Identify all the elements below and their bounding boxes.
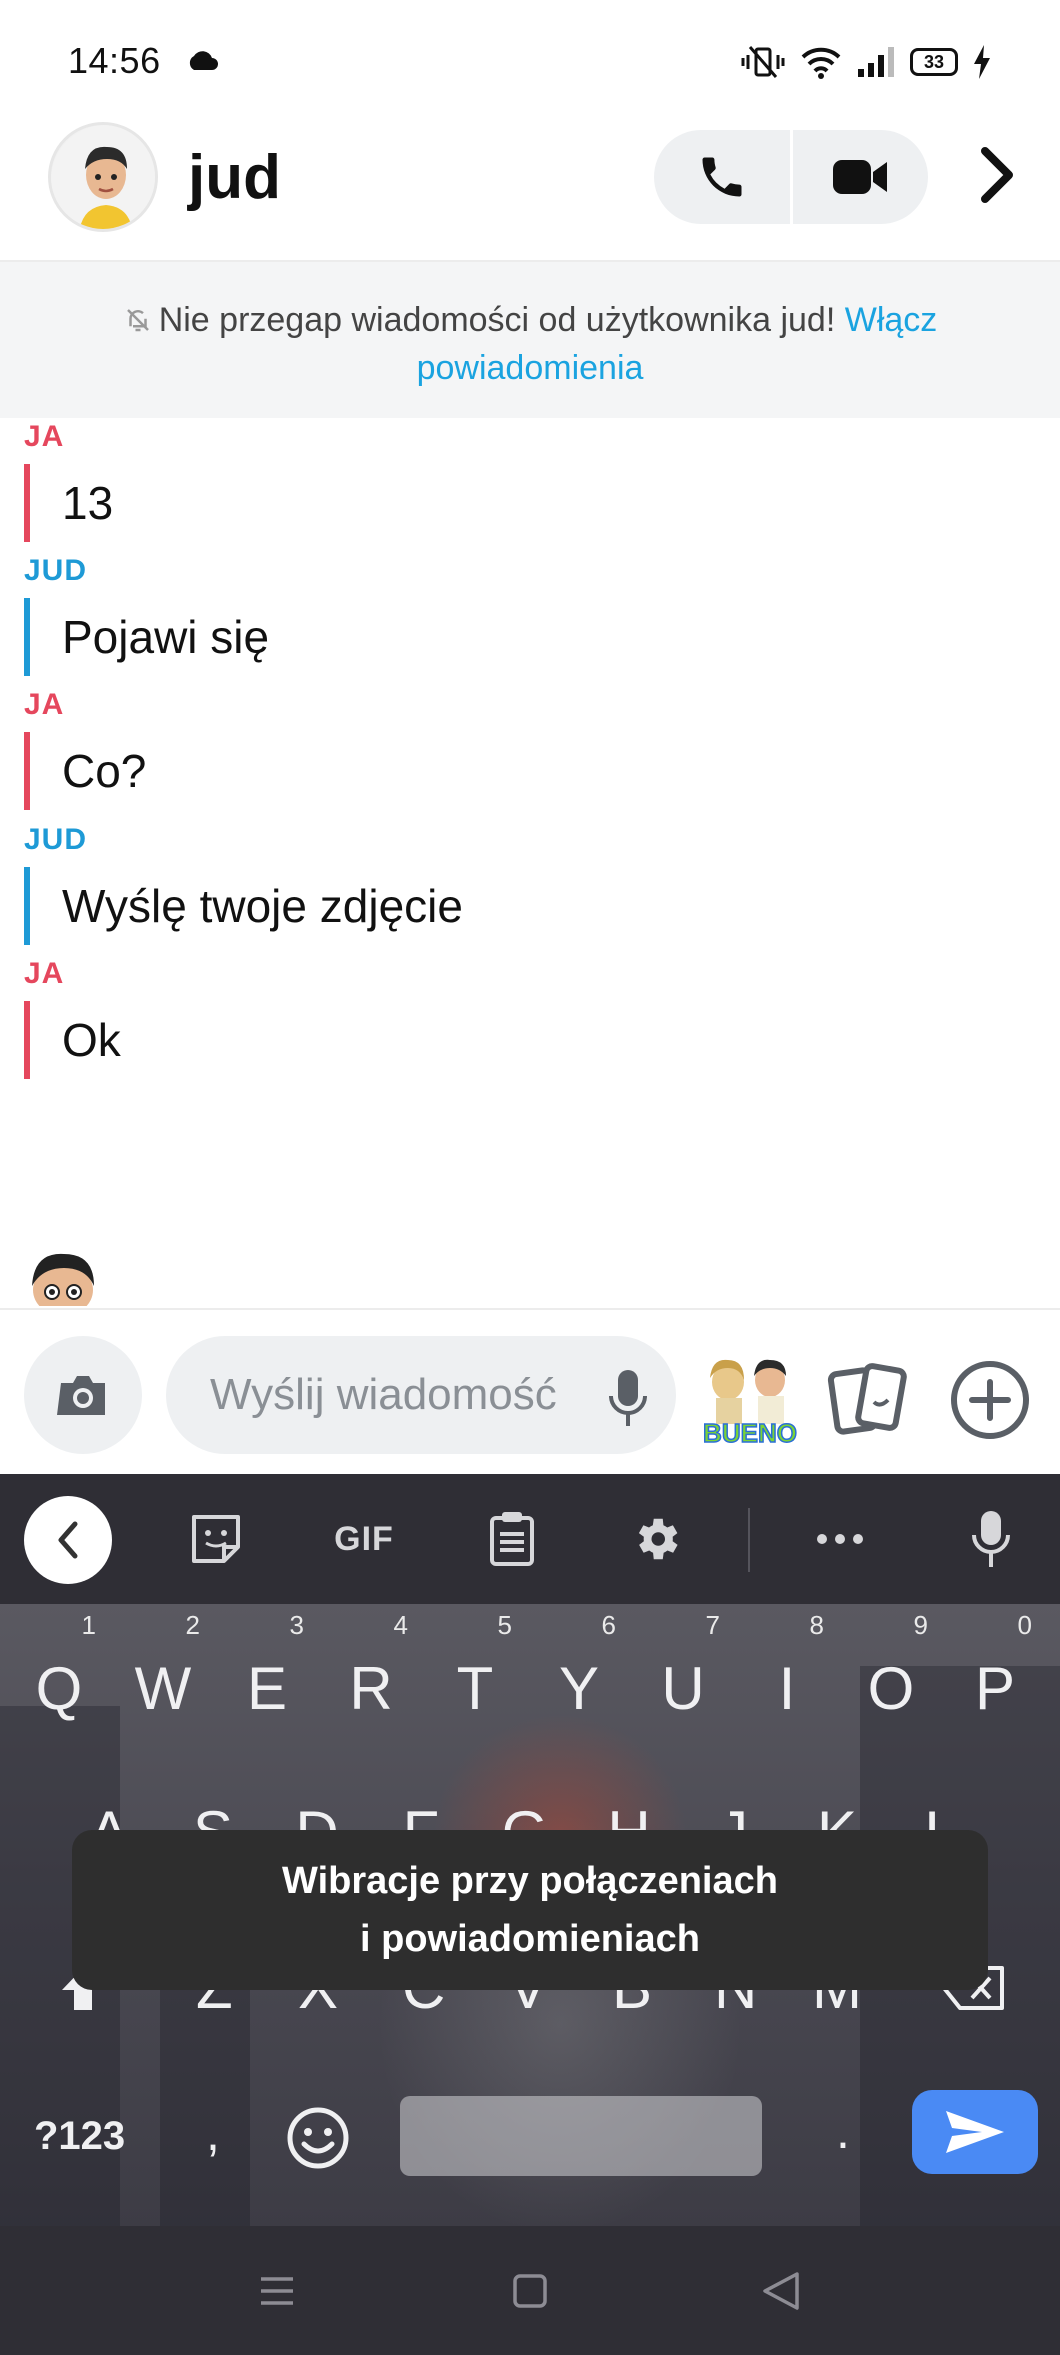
recents-button[interactable] bbox=[252, 2266, 302, 2316]
message-bubble[interactable]: Co? bbox=[24, 732, 146, 810]
sticker-button[interactable] bbox=[184, 1504, 248, 1574]
status-time: 14:56 bbox=[68, 40, 161, 81]
status-icons: 33 bbox=[740, 44, 992, 80]
key-p[interactable]: P0 bbox=[950, 1612, 1040, 1744]
voice-call-button[interactable] bbox=[654, 130, 790, 224]
clipboard-icon bbox=[490, 1512, 534, 1566]
sender-label: JUD bbox=[24, 554, 88, 587]
gif-label: GIF bbox=[334, 1519, 394, 1558]
message-bubble[interactable]: Ok bbox=[24, 1001, 121, 1079]
banner-text: Nie przegap wiadomości od użytkownika ju… bbox=[158, 301, 836, 339]
key-t[interactable]: T5 bbox=[430, 1612, 520, 1744]
bitmoji-avatar-icon bbox=[51, 125, 155, 229]
cloud-icon bbox=[189, 51, 218, 70]
memories-cards-icon[interactable] bbox=[826, 1358, 910, 1442]
message-bubble[interactable]: 13 bbox=[24, 464, 113, 542]
chat-header: jud bbox=[0, 120, 1060, 260]
send-key[interactable] bbox=[912, 2090, 1038, 2174]
key-q[interactable]: Q1 bbox=[14, 1612, 104, 1744]
gear-icon bbox=[638, 1518, 678, 1560]
bitmoji-sticker-icon[interactable]: BUENO bbox=[698, 1354, 802, 1450]
signal-icon bbox=[858, 47, 894, 77]
message-input[interactable] bbox=[166, 1336, 676, 1454]
microphone-icon[interactable] bbox=[606, 1368, 650, 1428]
microphone-icon bbox=[972, 1511, 1010, 1567]
charging-icon bbox=[974, 45, 990, 79]
system-navigation-bar bbox=[0, 2226, 1060, 2355]
composer-bar: BUENO bbox=[0, 1308, 1060, 1474]
key-o[interactable]: O9 bbox=[846, 1612, 936, 1744]
symbols-key[interactable]: ?123 bbox=[34, 2114, 125, 2159]
vibrate-off-icon bbox=[741, 46, 785, 78]
toast-line-1: Wibracje przy połączeniach bbox=[282, 1860, 778, 1902]
sender-label: JA bbox=[24, 420, 65, 453]
home-button[interactable] bbox=[505, 2266, 555, 2316]
camera-icon bbox=[57, 1376, 105, 1415]
gif-button[interactable]: GIF bbox=[324, 1504, 404, 1574]
settings-button[interactable] bbox=[626, 1504, 686, 1574]
key-i[interactable]: I8 bbox=[742, 1612, 832, 1744]
sender-label: JA bbox=[24, 957, 65, 990]
key-u[interactable]: U7 bbox=[638, 1612, 728, 1744]
send-icon bbox=[946, 2111, 1004, 2153]
chevron-left-icon bbox=[58, 1521, 78, 1559]
space-key[interactable] bbox=[400, 2096, 762, 2176]
clipboard-button[interactable] bbox=[482, 1504, 542, 1574]
contact-name[interactable]: jud bbox=[188, 142, 281, 213]
vibration-toast: Wibracje przy połączeniach i powiadomien… bbox=[72, 1830, 988, 1990]
video-call-button[interactable] bbox=[793, 130, 929, 224]
comma-key[interactable]: , bbox=[206, 2104, 220, 2162]
voice-input-button[interactable] bbox=[966, 1504, 1016, 1574]
key-e[interactable]: E3 bbox=[222, 1612, 312, 1744]
back-button[interactable] bbox=[756, 2266, 806, 2316]
key-w[interactable]: W2 bbox=[118, 1612, 208, 1744]
sticker-icon bbox=[192, 1515, 240, 1563]
chevron-right-icon[interactable] bbox=[972, 140, 1022, 210]
sender-label: JA bbox=[24, 688, 65, 721]
back-triangle-icon bbox=[763, 2272, 799, 2310]
period-key[interactable]: . bbox=[836, 2102, 850, 2160]
emoji-icon[interactable] bbox=[286, 2106, 350, 2170]
notification-banner: Nie przegap wiadomości od użytkownika ju… bbox=[0, 260, 1060, 418]
plus-circle-icon[interactable] bbox=[948, 1358, 1032, 1442]
more-dots-icon bbox=[817, 1534, 863, 1544]
sender-label: JUD bbox=[24, 823, 88, 856]
key-y[interactable]: Y6 bbox=[534, 1612, 624, 1744]
svg-text:BUENO: BUENO bbox=[703, 1418, 797, 1448]
home-square-icon bbox=[513, 2274, 547, 2308]
menu-icon bbox=[261, 2277, 293, 2305]
status-bar: 14:56 33 bbox=[0, 0, 1060, 120]
video-camera-icon bbox=[833, 160, 888, 194]
typing-bitmoji-icon bbox=[16, 1246, 110, 1306]
wifi-icon bbox=[801, 47, 841, 79]
keyboard-bottom-row: ?123 , . bbox=[0, 2090, 1060, 2200]
toast-line-2: i powiadomieniach bbox=[360, 1918, 700, 1960]
phone-icon bbox=[702, 157, 742, 197]
battery-indicator: 33 bbox=[910, 48, 958, 76]
camera-button[interactable] bbox=[24, 1336, 142, 1454]
more-button[interactable] bbox=[810, 1504, 870, 1574]
call-controls bbox=[654, 130, 928, 224]
keyboard-back-button[interactable] bbox=[24, 1496, 112, 1584]
message-bubble[interactable]: Pojawi się bbox=[24, 598, 269, 676]
avatar[interactable] bbox=[48, 122, 158, 232]
bell-off-icon bbox=[126, 309, 149, 332]
keyboard-toolbar: GIF bbox=[0, 1474, 1060, 1604]
key-r[interactable]: R4 bbox=[326, 1612, 416, 1744]
message-bubble[interactable]: Wyślę twoje zdjęcie bbox=[24, 867, 463, 945]
